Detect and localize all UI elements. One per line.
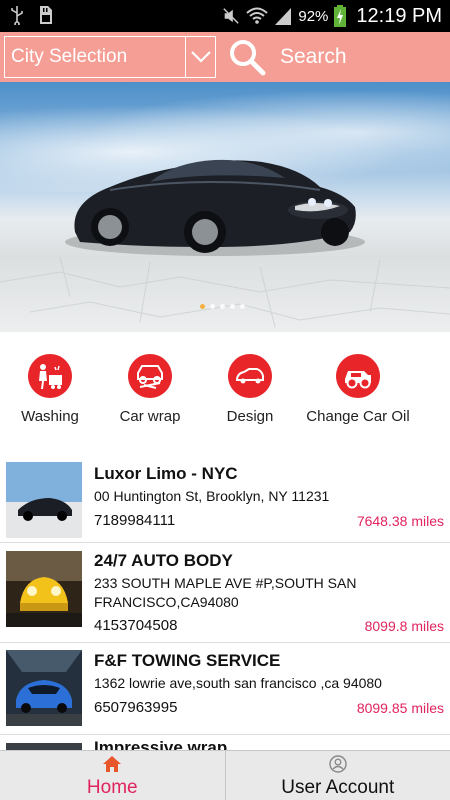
nav-home-label: Home [86,777,138,798]
listing-address: 1362 lowrie ave,south san francisco ,ca … [94,675,382,691]
list-item[interactable]: F&F TOWING SERVICE 1362 lowrie ave,south… [0,643,450,735]
status-bar: 92% 12:19 PM [0,0,450,32]
design-icon [228,354,272,398]
app-header: City Selection Search [0,32,450,82]
list-item[interactable]: Luxor Limo - NYC 00 Huntington St, Brook… [0,454,450,543]
category-change-oil[interactable]: Change Car Oil [303,354,413,425]
search-icon [230,40,266,76]
chevron-down-icon [185,37,215,77]
clock: 12:19 PM [356,4,442,27]
sd-card-icon [40,6,52,24]
listing-distance: 8099.85 miles [356,700,444,716]
search-button[interactable]: Search [228,36,438,78]
nav-user-account-tab[interactable]: User Account [224,751,450,800]
car-wrap-icon [128,354,172,398]
change-oil-icon [336,354,380,398]
listing-phone[interactable]: 6507963995 [94,699,177,716]
category-label: Washing [21,408,79,425]
category-washing[interactable]: Washing [0,354,105,425]
user-icon [329,755,347,773]
listing-name: 24/7 AUTO BODY [94,551,233,570]
listing-phone[interactable]: 4153704508 [94,617,177,634]
battery-percent: 92% [298,7,329,25]
category-design[interactable]: Design [195,354,305,425]
wifi-icon [246,7,269,24]
city-selection-dropdown[interactable]: City Selection [4,36,216,78]
listing-name: F&F TOWING SERVICE [94,651,281,670]
washing-icon [28,354,72,398]
city-selection-label: City Selection [11,46,128,67]
carousel-dot[interactable] [220,304,225,309]
home-icon [103,756,122,772]
signal-icon [275,8,292,25]
category-label: Car wrap [119,408,181,425]
list-item[interactable]: 24/7 AUTO BODY 233 SOUTH MAPLE AVE #P,SO… [0,543,450,643]
nav-user-account-label: User Account [281,777,395,798]
banner-car-image [0,159,450,328]
listing-address: 233 SOUTH MAPLE AVE #P,SOUTH SAN FRANCIS… [94,575,357,610]
promo-banner-carousel[interactable] [0,82,450,332]
nav-home-tab[interactable]: Home [0,751,225,800]
listing-address: 00 Huntington St, Brooklyn, NY 11231 [94,488,330,504]
service-categories: Washing Car wrap Design Change Car Oil [0,340,450,440]
category-label: Design [226,408,274,425]
bottom-navigation: Home User Account [0,750,450,800]
listing-distance: 8099.8 miles [364,618,444,634]
listing-thumbnail [6,462,82,538]
listing-thumbnail [6,650,82,726]
category-car-wrap[interactable]: Car wrap [95,354,205,425]
listing-phone[interactable]: 7189984111 [94,512,175,529]
category-label: Change Car Oil [306,408,410,425]
carousel-dot[interactable] [240,304,245,309]
carousel-indicator[interactable] [200,304,245,309]
listing-thumbnail [6,551,82,627]
search-label: Search [280,45,347,68]
carousel-dot[interactable] [230,304,235,309]
listing-distance: 7648.38 miles [356,513,444,529]
carousel-dot[interactable] [210,304,215,309]
battery-charging-icon [334,5,347,27]
listing-name: Luxor Limo - NYC [94,464,238,483]
usb-icon [11,6,23,25]
mute-icon [223,8,240,24]
carousel-dot[interactable] [200,304,205,309]
